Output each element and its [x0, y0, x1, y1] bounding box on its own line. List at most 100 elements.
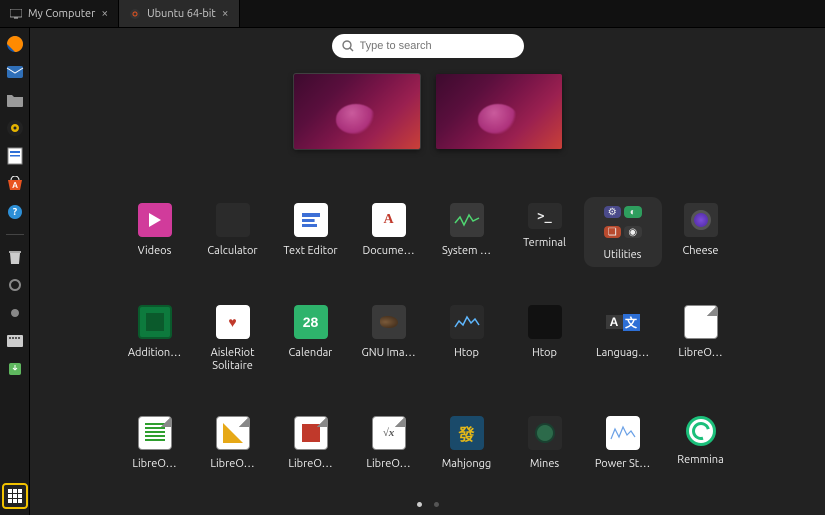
trash-icon[interactable]	[5, 247, 25, 267]
app-videos[interactable]: Videos	[116, 197, 194, 267]
app-power[interactable]: Power St…	[584, 410, 662, 476]
app-label: Docume…	[362, 245, 414, 257]
app-label: Text Editor	[283, 245, 337, 257]
app-grid: VideosCalculator Text Editor A Docume… Syste…	[68, 197, 788, 476]
app-label: LibreO…	[366, 458, 410, 470]
app-label: LibreO…	[132, 458, 176, 470]
app-util[interactable]: ⚙◐❏◉ Utilities	[584, 197, 662, 267]
search-bar[interactable]	[332, 34, 524, 58]
app-mines[interactable]: Mines	[506, 410, 584, 476]
app-lang[interactable]: A文Languag…	[584, 299, 662, 378]
text-icon	[294, 203, 328, 237]
htop2-icon	[528, 305, 562, 339]
util-icon: ⚙◐❏◉	[604, 203, 642, 241]
search-icon	[342, 40, 354, 52]
app-label: GNU Ima…	[361, 347, 415, 359]
doc-icon: A	[372, 203, 406, 237]
app-label: Power St…	[595, 458, 650, 470]
app-cheese[interactable]: Cheese	[662, 197, 740, 267]
tab-ubuntu[interactable]: Ubuntu 64-bit ×	[119, 0, 239, 27]
lo-draw-icon	[216, 416, 250, 450]
close-icon[interactable]: ×	[222, 7, 229, 20]
app-lo-draw[interactable]: LibreO…	[194, 410, 272, 476]
cal-icon: 28	[294, 305, 328, 339]
vm-content: A ? VideosCalculator Text Editor A Docume… S…	[0, 28, 825, 515]
app-calc[interactable]: Calculator	[194, 197, 272, 267]
gimp-icon	[372, 305, 406, 339]
vm-tab-bar: My Computer × Ubuntu 64-bit ×	[0, 0, 825, 28]
rhythmbox-icon[interactable]	[5, 118, 25, 138]
tab-label: Ubuntu 64-bit	[147, 8, 216, 20]
videos-icon	[138, 203, 172, 237]
term-icon: >_	[528, 203, 562, 229]
page-dot-2[interactable]	[434, 502, 439, 507]
app-label: Remmina	[677, 454, 724, 466]
svg-text:?: ?	[12, 206, 17, 217]
app-term[interactable]: >_ Terminal	[506, 197, 584, 267]
workspace-thumb-1[interactable]	[294, 74, 420, 149]
firefox-icon[interactable]	[5, 34, 25, 54]
chip-icon	[138, 305, 172, 339]
app-chip[interactable]: Addition…	[116, 299, 194, 378]
lo-math-icon	[372, 416, 406, 450]
help-icon[interactable]: ?	[5, 202, 25, 222]
app-lo-math[interactable]: LibreO…	[350, 410, 428, 476]
app-sol[interactable]: ♥AisleRiot Solitaire	[194, 299, 272, 378]
app-cal[interactable]: 28 Calendar	[272, 299, 350, 378]
page-indicator	[417, 502, 439, 507]
indicator-icon-2[interactable]	[5, 303, 25, 323]
power-icon	[606, 416, 640, 450]
svg-text:A: A	[12, 181, 18, 190]
calc-icon	[216, 203, 250, 237]
tab-label: My Computer	[28, 8, 95, 20]
app-rem[interactable]: Remmina	[662, 410, 740, 476]
app-label: Htop	[532, 347, 557, 359]
app-text[interactable]: Text Editor	[272, 197, 350, 267]
ubuntu-icon	[129, 8, 141, 20]
app-gimp[interactable]: GNU Ima…	[350, 299, 428, 378]
indicator-icon[interactable]	[5, 275, 25, 295]
app-doc[interactable]: A Docume…	[350, 197, 428, 267]
monitor-icon	[10, 9, 22, 19]
app-label: Terminal	[523, 237, 566, 249]
cheese-icon	[684, 203, 718, 237]
show-apps-button[interactable]	[2, 483, 28, 509]
app-lo-calc[interactable]: LibreO…	[116, 410, 194, 476]
app-htop[interactable]: Htop	[428, 299, 506, 378]
close-icon[interactable]: ×	[101, 7, 108, 20]
apps-grid-icon	[7, 488, 23, 504]
mines-icon	[528, 416, 562, 450]
app-label: Mahjongg	[442, 458, 492, 470]
app-mahj[interactable]: 發 Mahjongg	[428, 410, 506, 476]
workspace-thumb-2[interactable]	[436, 74, 562, 149]
app-sys[interactable]: System …	[428, 197, 506, 267]
app-label: Utilities	[604, 249, 642, 261]
activities-overview: VideosCalculator Text Editor A Docume… Syste…	[30, 28, 825, 515]
lo-impress-icon	[294, 416, 328, 450]
update-icon[interactable]	[5, 359, 25, 379]
app-label: Cheese	[682, 245, 718, 257]
app-label: Calendar	[289, 347, 333, 359]
app-label: Addition…	[128, 347, 181, 359]
files-icon[interactable]	[5, 90, 25, 110]
app-label: Languag…	[596, 347, 649, 359]
keyboard-icon[interactable]	[5, 331, 25, 351]
ubuntu-dock: A ?	[0, 28, 30, 515]
mahj-icon: 發	[450, 416, 484, 450]
software-icon[interactable]: A	[5, 174, 25, 194]
libreoffice-writer-icon[interactable]	[5, 146, 25, 166]
app-htop2[interactable]: Htop	[506, 299, 584, 378]
tab-my-computer[interactable]: My Computer ×	[0, 0, 119, 27]
thunderbird-icon[interactable]	[5, 62, 25, 82]
search-input[interactable]	[360, 40, 514, 52]
app-lo[interactable]: LibreO…	[662, 299, 740, 378]
app-label: LibreO…	[288, 458, 332, 470]
lo-icon	[684, 305, 718, 339]
dock-separator	[6, 234, 24, 235]
app-lo-impress[interactable]: LibreO…	[272, 410, 350, 476]
page-dot-1[interactable]	[417, 502, 422, 507]
app-label: System …	[442, 245, 491, 257]
sys-icon	[450, 203, 484, 237]
app-label: LibreO…	[210, 458, 254, 470]
app-label: LibreO…	[678, 347, 722, 359]
